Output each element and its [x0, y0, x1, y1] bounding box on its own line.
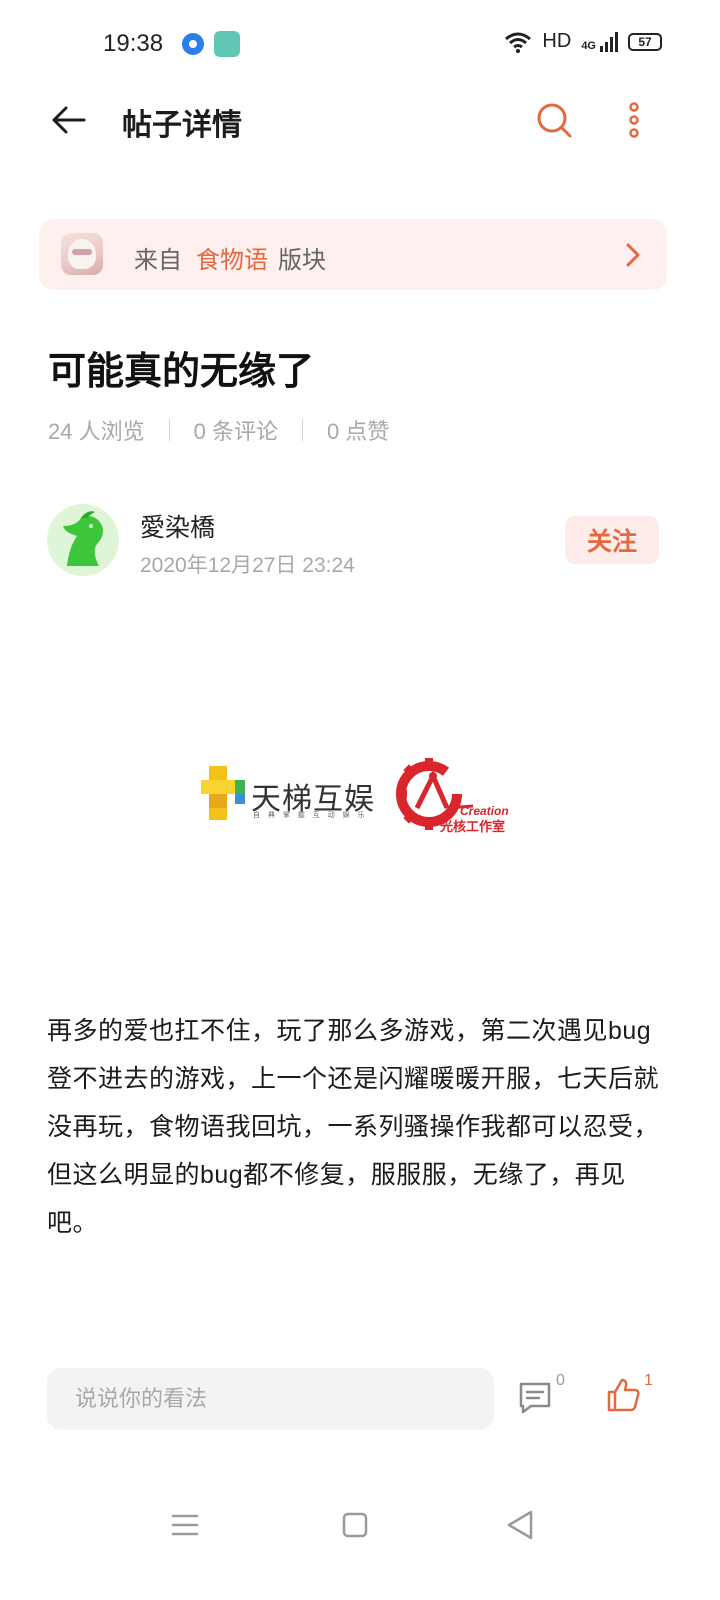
more-vertical-icon[interactable]: [614, 100, 654, 140]
tianti-logo-subtitle: 自 典 掌 握 互 动 娱 乐: [253, 812, 368, 819]
follow-button[interactable]: 关注: [565, 516, 659, 564]
thumbs-up-icon[interactable]: [605, 1376, 641, 1414]
board-from-label: 来自: [134, 247, 182, 274]
comment-input[interactable]: [47, 1368, 494, 1430]
notification-app-icon: [182, 33, 204, 55]
board-avatar: [61, 233, 103, 275]
board-banner[interactable]: 来自 食物语 版块: [39, 219, 667, 290]
search-icon[interactable]: [534, 100, 574, 140]
comment-stat: 0 条评论: [193, 419, 278, 444]
network-label: HD: [542, 30, 572, 52]
board-name: 食物语: [196, 247, 268, 274]
back-triangle-icon[interactable]: [505, 1508, 535, 1542]
author-name[interactable]: 愛染橋: [140, 508, 215, 544]
like-count: 1: [644, 1372, 653, 1389]
notification-app-icon-2: [214, 31, 240, 57]
horse-icon: [63, 511, 104, 566]
post-timestamp: 2020年12月27日 23:24: [140, 554, 355, 577]
author-avatar[interactable]: [47, 504, 119, 576]
view-count: 24 人浏览: [48, 419, 145, 444]
signal-icon: 4G: [581, 31, 618, 52]
stats-divider: [301, 419, 303, 441]
comment-icon[interactable]: [517, 1380, 553, 1416]
post-image[interactable]: 天梯互娱 自 典 掌 握 互 动 娱 乐 Creation 光核工作室: [195, 752, 515, 842]
like-stat: 0 点赞: [326, 419, 390, 444]
board-label: 来自 食物语 版块: [134, 240, 326, 275]
system-nav-bar: [0, 1490, 720, 1560]
menu-icon[interactable]: [170, 1510, 200, 1540]
status-bar: 19:38 HD 4G 57: [0, 0, 720, 90]
status-time: 19:38: [103, 30, 164, 57]
home-square-icon[interactable]: [340, 1510, 370, 1540]
page-title: 帖子详情: [122, 109, 242, 142]
guanghe-logo-text: 光核工作室: [440, 819, 506, 834]
post-stats: 24 人浏览 0 条评论 0 点赞: [48, 414, 389, 446]
post-title: 可能真的无缘了: [48, 351, 315, 393]
chevron-right-icon: [626, 243, 640, 267]
bottom-action-bar: 0 1: [0, 1340, 720, 1460]
app-bar: 帖子详情: [0, 90, 720, 150]
comment-count: 0: [556, 1372, 565, 1389]
post-body: 再多的爱也扛不住，玩了那么多游戏，第二次遇见bug登不进去的游戏，上一个还是闪耀…: [47, 1017, 660, 1237]
stats-divider: [168, 419, 170, 441]
signal-type: 4G: [581, 39, 596, 52]
wifi-icon: [505, 32, 532, 53]
battery-icon: 57: [628, 32, 662, 51]
status-indicators: HD 4G 57: [504, 30, 662, 53]
board-suffix: 版块: [278, 247, 326, 274]
arrow-left-icon[interactable]: [48, 100, 88, 140]
